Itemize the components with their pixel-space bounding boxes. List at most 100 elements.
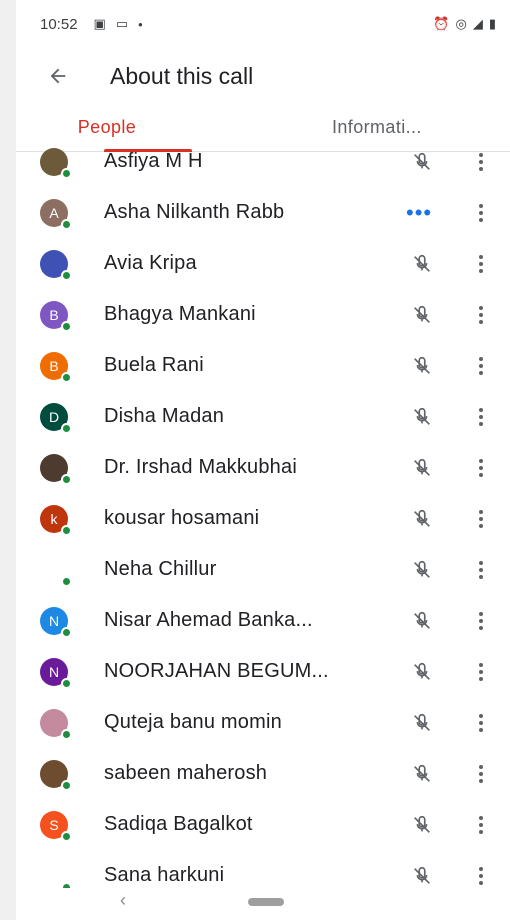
avatar: A <box>40 198 72 230</box>
participant-row[interactable]: S Sadiqa Bagalkot <box>16 799 510 850</box>
nav-back-chevron-icon[interactable]: ‹ <box>120 890 126 911</box>
more-vert-icon-dot <box>479 771 483 776</box>
participant-row[interactable]: N Nisar Ahemad Banka... <box>16 595 510 646</box>
more-vert-icon-dot <box>479 625 483 630</box>
mic-off-icon <box>410 813 434 837</box>
participant-row[interactable]: B Buela Rani <box>16 340 510 391</box>
avatar: B <box>40 351 72 383</box>
more-vert-icon-dot <box>479 669 483 674</box>
mic-off-icon <box>410 252 434 276</box>
participant-row[interactable]: Quteja banu momin <box>16 697 510 748</box>
avatar: D <box>40 402 72 434</box>
mic-off-icon <box>410 354 434 378</box>
participant-row[interactable]: Asfiya M H <box>16 136 510 187</box>
online-status-dot <box>61 167 72 179</box>
participant-row[interactable]: k kousar hosamani <box>16 493 510 544</box>
more-vert-icon-dot <box>479 261 483 266</box>
participant-row[interactable]: Avia Kripa <box>16 238 510 289</box>
participant-name: Neha Chillur <box>104 558 217 580</box>
more-vert-icon-dot <box>479 778 483 783</box>
participant-list[interactable]: Asfiya M H A Asha Nilkanth Rabb ••• Avia Kri… <box>16 136 510 901</box>
participant-name: Quteja banu momin <box>104 711 282 733</box>
online-status-dot <box>61 320 72 332</box>
avatar-letter: B <box>49 306 59 323</box>
participant-row[interactable]: Dr. Irshad Makkubhai <box>16 442 510 493</box>
mic-off-icon <box>410 864 434 888</box>
participant-name: Nisar Ahemad Banka... <box>104 609 313 631</box>
more-options-button[interactable] <box>472 250 490 278</box>
online-status-dot <box>61 524 72 536</box>
more-options-button[interactable] <box>472 505 490 533</box>
more-options-button[interactable] <box>472 607 490 635</box>
avatar: k <box>40 504 72 536</box>
dot-icon: • <box>138 16 143 32</box>
mic-off-icon <box>410 456 434 480</box>
avatar-letter: D <box>48 408 60 425</box>
more-vert-icon-dot <box>479 254 483 259</box>
back-button[interactable] <box>28 48 88 104</box>
online-status-dot <box>61 473 72 485</box>
more-vert-icon-dot <box>479 727 483 732</box>
more-vert-icon-dot <box>479 370 483 375</box>
status-bar: 10:52 ▣ ▭ • ⏰ ◎ ◢ ▮ <box>16 0 510 48</box>
participant-name: Buela Rani <box>104 354 204 376</box>
online-status-dot <box>61 779 72 791</box>
more-options-button[interactable] <box>472 811 490 839</box>
more-vert-icon-dot <box>479 319 483 324</box>
more-vert-icon-dot <box>479 458 483 463</box>
more-vert-icon-dot <box>479 662 483 667</box>
more-vert-icon-dot <box>479 414 483 419</box>
more-vert-icon-dot <box>479 516 483 521</box>
online-status-dot <box>61 218 72 230</box>
avatar <box>40 759 72 791</box>
online-status-dot <box>61 575 72 587</box>
participant-name: Disha Madan <box>104 405 225 427</box>
more-options-button[interactable] <box>472 148 490 176</box>
more-vert-icon-dot <box>479 509 483 514</box>
status-time: 10:52 <box>40 15 78 33</box>
participant-row[interactable]: Neha Chillur <box>16 544 510 595</box>
more-options-button[interactable] <box>472 760 490 788</box>
more-options-button[interactable] <box>472 556 490 584</box>
avatar <box>40 555 72 587</box>
participant-name: sabeen maherosh <box>104 762 268 784</box>
more-options-button[interactable] <box>472 301 490 329</box>
online-status-dot <box>61 677 72 689</box>
more-options-button[interactable] <box>472 709 490 737</box>
more-options-button[interactable] <box>472 403 490 431</box>
more-options-button[interactable] <box>472 454 490 482</box>
avatar: S <box>40 810 72 842</box>
more-vert-icon-dot <box>479 217 483 222</box>
alarm-icon: ⏰ <box>433 16 450 31</box>
home-pill-icon[interactable] <box>248 898 284 906</box>
participant-name: Asha Nilkanth Rabb <box>104 201 285 223</box>
more-options-button[interactable] <box>472 352 490 380</box>
participant-name: NOORJAHAN BEGUM... <box>104 660 329 682</box>
more-vert-icon-dot <box>479 764 483 769</box>
more-vert-icon-dot <box>479 713 483 718</box>
more-vert-icon-dot <box>479 618 483 623</box>
participant-row[interactable]: A Asha Nilkanth Rabb ••• <box>16 187 510 238</box>
more-options-button[interactable] <box>472 862 490 890</box>
participant-row[interactable]: N NOORJAHAN BEGUM... <box>16 646 510 697</box>
participant-row[interactable]: D Disha Madan <box>16 391 510 442</box>
avatar-letter: S <box>49 816 59 833</box>
more-vert-icon-dot <box>479 472 483 477</box>
online-status-dot <box>61 626 72 638</box>
more-options-button[interactable] <box>472 199 490 227</box>
participant-row[interactable]: sabeen maherosh <box>16 748 510 799</box>
more-vert-icon-dot <box>479 880 483 885</box>
avatar <box>40 708 72 740</box>
participant-row[interactable]: B Bhagya Mankani <box>16 289 510 340</box>
more-options-button[interactable] <box>472 658 490 686</box>
more-vert-icon-dot <box>479 407 483 412</box>
more-vert-icon-dot <box>479 305 483 310</box>
more-vert-icon-dot <box>479 210 483 215</box>
avatar-letter: A <box>49 204 59 221</box>
more-vert-icon-dot <box>479 611 483 616</box>
app-bar: About this call <box>16 48 510 104</box>
more-vert-icon-dot <box>479 523 483 528</box>
status-right-icons: ⏰ ◎ ◢ ▮ <box>433 16 496 32</box>
more-vert-icon-dot <box>479 152 483 157</box>
avatar-letter: N <box>48 612 60 629</box>
